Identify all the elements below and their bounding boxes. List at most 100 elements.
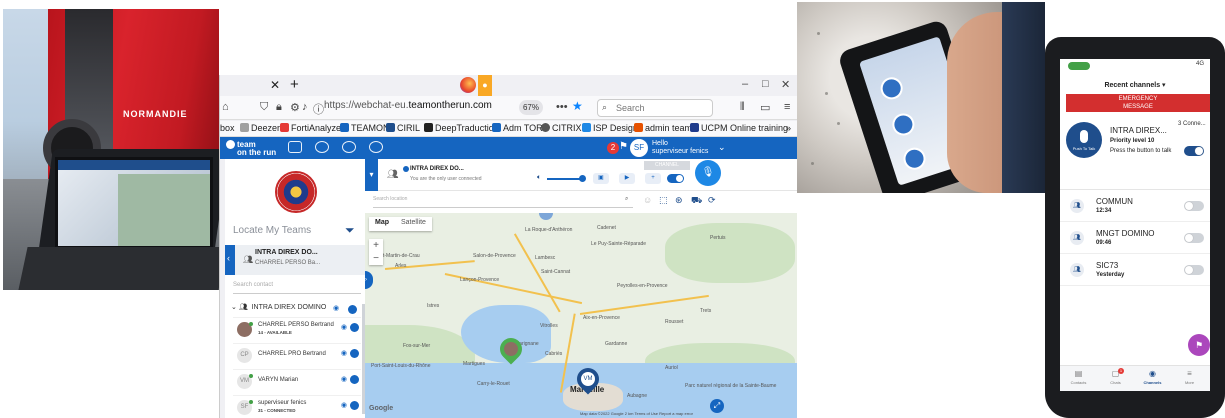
nav-channels[interactable]: ◉ Channels <box>1134 369 1171 385</box>
chevron-left-icon[interactable]: ‹ <box>227 253 230 263</box>
home-icon[interactable]: ⌂ <box>222 101 229 113</box>
emergency-flag-button[interactable]: ⚑ <box>1188 334 1210 356</box>
fullscreen-button[interactable]: ⤢ <box>710 399 724 413</box>
eye-icon[interactable]: ◉ <box>341 323 347 331</box>
channel-row[interactable]: 👥︎ COMMUN 12:34 <box>1060 191 1210 222</box>
selection-icon[interactable]: ⬚ <box>659 195 668 206</box>
bookmark-item[interactable]: ISP Design <box>582 123 638 133</box>
bookmark-item[interactable]: Adm TOR <box>492 123 543 133</box>
url-text[interactable]: https://webchat-eu.teamontherun.com <box>324 100 492 111</box>
page-actions-icon[interactable]: ••• <box>556 101 568 113</box>
maximize-icon[interactable]: □ <box>762 78 769 90</box>
tab-satellite[interactable]: Satellite <box>395 217 432 228</box>
push-to-talk-button[interactable]: 🎙︎ <box>695 160 721 186</box>
library-icon[interactable]: ⫴ <box>740 101 745 114</box>
zoom-in-button[interactable]: + <box>369 239 383 252</box>
chevron-down-icon[interactable]: ▾ <box>365 159 378 191</box>
location-search-input[interactable]: Search location <box>373 196 633 208</box>
more-icon[interactable] <box>348 305 357 314</box>
app-logo[interactable]: team on the run <box>226 140 276 157</box>
user-avatar[interactable]: SF <box>630 139 648 157</box>
channel-toggle[interactable] <box>1184 146 1204 156</box>
close-window-icon[interactable]: ✕ <box>781 78 790 91</box>
video-button[interactable]: ▶ <box>619 173 635 184</box>
minimize-icon[interactable]: – <box>742 78 748 90</box>
bookmark-item[interactable]: box <box>220 123 235 133</box>
active-call-icon[interactable] <box>1068 62 1090 70</box>
chats-nav-icon[interactable] <box>315 141 329 153</box>
person-icon[interactable]: ☺ <box>643 195 652 205</box>
bookmark-item[interactable]: Deezer <box>240 123 280 133</box>
tab-map[interactable]: Map <box>369 217 395 228</box>
flag-icon[interactable]: ⚑ <box>619 141 628 152</box>
alerts-badge[interactable]: 2 <box>607 142 619 154</box>
lock-icon[interactable]: 🔒︎ <box>276 101 282 114</box>
add-user-button[interactable]: + <box>645 173 661 184</box>
user-greeting[interactable]: Hello superviseur fenics <box>652 140 708 156</box>
bookmark-item[interactable]: FortiAnalyzer <box>280 123 344 133</box>
more-icon[interactable] <box>350 323 359 332</box>
bookmark-item[interactable]: CITRIX <box>541 123 582 133</box>
info-icon[interactable]: ⓘ <box>313 101 324 117</box>
nav-chats[interactable]: ▢ Chats 1 <box>1097 368 1134 385</box>
contact-search-input[interactable]: Search contact <box>233 282 361 294</box>
zoom-level[interactable]: 67% <box>519 100 543 115</box>
new-tab-icon[interactable]: + <box>290 76 299 93</box>
more-bookmarks-icon[interactable]: » <box>786 123 791 133</box>
channels-nav-icon[interactable] <box>342 141 356 153</box>
bookmark-item[interactable]: DeepTraduction <box>424 123 499 133</box>
emergency-message-button[interactable]: EMERGENCY MESSAGE <box>1066 94 1210 112</box>
bookmark-item[interactable]: UCPM Online training <box>690 123 788 133</box>
eye-icon[interactable]: ◉ <box>333 304 339 312</box>
zoom-out-button[interactable]: − <box>369 252 383 265</box>
vehicle-icon[interactable]: ⛟ <box>691 195 702 207</box>
contact-row[interactable]: CHARREL PERSO Bertrand 14 - AVAILABLE ◉ <box>233 317 361 343</box>
screen-share-button[interactable]: ▣ <box>593 173 609 184</box>
eye-icon[interactable]: ◉ <box>341 349 347 357</box>
eye-icon[interactable]: ◉ <box>341 375 347 383</box>
more-icon[interactable] <box>350 349 359 358</box>
close-tab-icon[interactable]: ✕ <box>270 78 280 92</box>
map-attribution[interactable]: Map data ©2022 Google 2 km Terms of Use … <box>580 411 693 416</box>
recent-channels-dropdown[interactable]: Recent channels ▾ <box>1060 81 1210 89</box>
channel-toggle[interactable] <box>1184 265 1204 275</box>
more-icon[interactable] <box>350 401 359 410</box>
refresh-icon[interactable]: ⟳ <box>708 195 716 206</box>
volume-slider-handle[interactable] <box>579 175 586 182</box>
filter-icon[interactable]: ⏷ <box>345 223 355 238</box>
channel-toggle[interactable] <box>1184 233 1204 243</box>
route-icon[interactable]: ⊛ <box>675 195 683 206</box>
bookmark-item[interactable]: CIRIL <box>386 123 420 133</box>
collapse-panel-icon[interactable]: › <box>365 271 373 289</box>
bookmark-item[interactable]: TEAMON <box>340 123 390 133</box>
bookmark-star-icon[interactable]: ★ <box>572 99 583 113</box>
contact-row[interactable]: CP CHARREL PRO Bertrand ◉ <box>233 343 361 369</box>
volume-icon[interactable]: 🔈︎ <box>537 174 541 182</box>
mic-permission-icon[interactable]: ♪ <box>302 101 308 113</box>
shield-icon[interactable]: ⛉ <box>260 101 268 114</box>
contact-row[interactable]: SF superviseur fenics 31 - CONNECTED ◉ <box>233 395 361 418</box>
channel-row[interactable]: 👥︎ SIC73 Yesterday <box>1060 255 1210 286</box>
more-icon[interactable] <box>350 375 359 384</box>
volume-slider[interactable] <box>547 178 581 180</box>
nav-contacts[interactable]: ▤ Contacts <box>1060 369 1097 385</box>
map-view[interactable]: Marseille Aix-en-Provence Salon-de-Prove… <box>365 213 797 418</box>
group-row[interactable]: ⌄ 👥︎ INTRA DIREX DOMINO <box>231 303 326 311</box>
search-icon[interactable]: ⌕ <box>625 196 628 203</box>
channel-toggle[interactable] <box>1184 201 1204 211</box>
sidebar-icon[interactable]: ▭ <box>760 101 770 114</box>
eye-icon[interactable]: ◉ <box>341 401 347 409</box>
channel-toggle[interactable] <box>667 174 684 183</box>
search-box[interactable]: ⌕ Search <box>597 99 713 117</box>
bookmark-item[interactable]: admin teams <box>634 123 697 133</box>
nav-more[interactable]: ≡ More <box>1171 369 1208 385</box>
permissions-icon[interactable]: ⚙ <box>290 101 300 114</box>
push-to-talk-button[interactable]: Push To Talk <box>1066 122 1102 158</box>
menu-icon[interactable]: ≡ <box>784 101 790 113</box>
contacts-nav-icon[interactable] <box>288 141 302 153</box>
contact-row[interactable]: VM VARYN Marian ◉ <box>233 369 361 395</box>
chevron-down-icon[interactable]: ⌄ <box>718 142 726 153</box>
channel-row[interactable]: 👥︎ MNGT DOMINO 09:46 <box>1060 223 1210 254</box>
map-nav-icon[interactable] <box>369 141 383 153</box>
panel-grabber[interactable] <box>539 213 553 220</box>
